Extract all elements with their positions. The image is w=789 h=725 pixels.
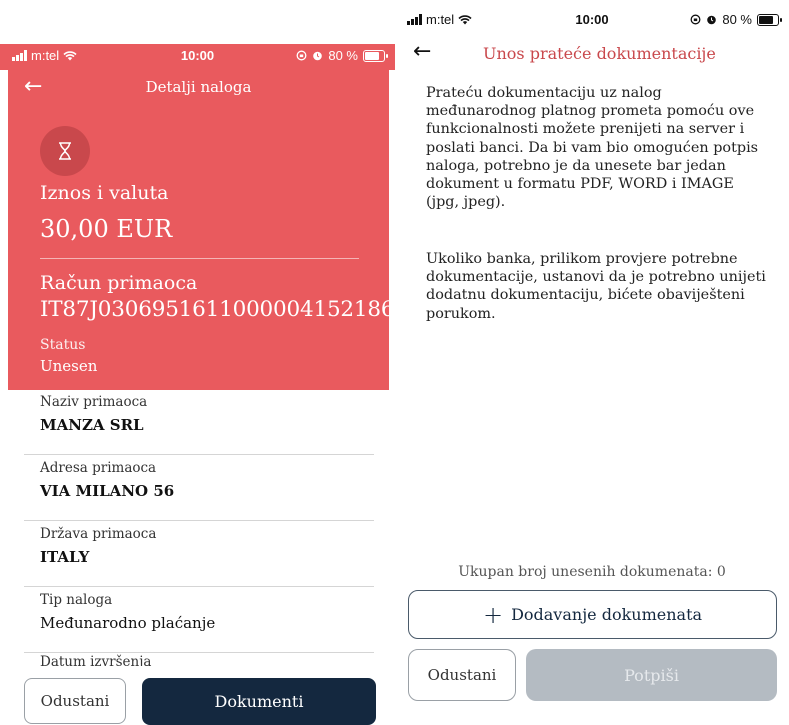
document-count: Ukupan broj unesenih dokumenata: 0 — [458, 564, 726, 580]
battery-icon — [757, 13, 782, 26]
amount-label: Iznos i valuta — [40, 182, 169, 204]
detail-row: Adresa primaoca VIA MILANO 56 — [24, 458, 374, 521]
detail-row: Naziv primaoca MANZA SRL — [24, 392, 374, 455]
status-value: Unesen — [40, 357, 98, 375]
detail-label: Adresa primaoca — [40, 460, 157, 476]
hourglass-icon — [40, 126, 90, 176]
detail-row: Tip naloga Međunarodno plaćanje — [24, 590, 374, 653]
detail-value: MANZA SRL — [40, 416, 144, 434]
battery-percent: 80 % — [722, 12, 752, 27]
status-label: Status — [40, 337, 86, 353]
status-bar: m:tel 10:00 80 % — [0, 44, 395, 70]
detail-value: VIA MILANO 56 — [40, 482, 175, 500]
lock-rotation-icon — [296, 50, 307, 61]
alarm-icon — [313, 51, 323, 61]
back-arrow-icon[interactable]: ← — [413, 41, 431, 63]
add-documents-button[interactable]: + Dodavanje dokumenata — [408, 590, 777, 639]
info-paragraph: Ukoliko banka, prilikom provjere potrebn… — [426, 251, 766, 322]
alarm-icon — [707, 15, 717, 25]
cancel-button[interactable]: Odustani — [408, 649, 516, 701]
add-documents-label: Dodavanje dokumenata — [511, 605, 703, 624]
detail-row: Država primaoca ITALY — [24, 524, 374, 587]
battery-percent: 80 % — [328, 48, 358, 63]
amount-value: 30,00 EUR — [40, 215, 173, 243]
sign-button[interactable]: Potpiši — [526, 649, 777, 701]
page-title: Unos prateće dokumentacije — [483, 44, 716, 63]
plus-icon: + — [482, 600, 504, 629]
account-label: Račun primaoca — [40, 272, 198, 294]
right-screen: m:tel 10:00 80 % ← Unos prateće dokument… — [395, 0, 789, 725]
detail-label: Tip naloga — [40, 592, 113, 608]
lock-rotation-icon — [690, 14, 701, 25]
order-summary-header: ← Detalji naloga Iznos i valuta 30,00 EU… — [8, 70, 395, 390]
header-divider — [40, 258, 359, 259]
cancel-button[interactable]: Odustani — [24, 678, 126, 724]
documents-button[interactable]: Dokumenti — [142, 678, 376, 725]
left-screen: m:tel 10:00 80 % ← Detalji naloga Iznos … — [0, 0, 395, 725]
detail-value: Međunarodno plaćanje — [40, 614, 216, 632]
detail-value: ITALY — [40, 548, 90, 566]
info-paragraph: Prateću dokumentaciju uz nalog međunarod… — [426, 85, 759, 211]
detail-label: Država primaoca — [40, 526, 157, 542]
detail-label: Naziv primaoca — [40, 394, 148, 410]
status-bar: m:tel 10:00 80 % — [395, 8, 789, 34]
battery-icon — [363, 49, 388, 62]
page-title: Detalji naloga — [145, 78, 252, 96]
account-value: IT87J0306951611000004152186 — [40, 297, 395, 322]
